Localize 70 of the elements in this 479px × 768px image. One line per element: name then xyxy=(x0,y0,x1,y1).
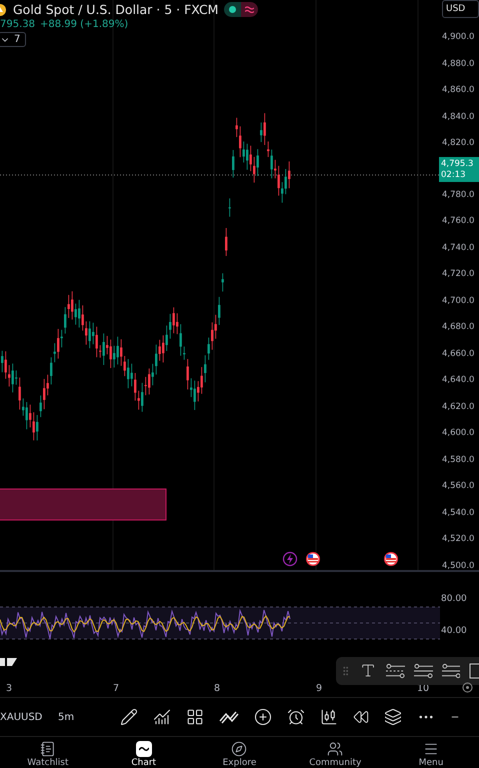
candlestick-icon[interactable] xyxy=(320,708,338,726)
rsi-tick: 40.00 xyxy=(441,626,467,636)
currency-button[interactable]: USD xyxy=(442,0,479,18)
indicators-icon[interactable] xyxy=(153,708,171,726)
time-tick: 7 xyxy=(113,683,120,694)
pencil-icon[interactable] xyxy=(120,708,138,726)
price-tick: 4,540.0 xyxy=(441,506,476,520)
symbol-title[interactable]: Gold Spot / U.S. Dollar · 5 · FXCM xyxy=(13,2,218,17)
logo-icon xyxy=(0,656,17,667)
rsi-tick: 80.00 xyxy=(441,594,467,604)
nav-tab[interactable]: Community xyxy=(287,736,384,768)
flag-icon xyxy=(306,552,320,566)
price-tick: 4,620.0 xyxy=(441,400,476,414)
time-tick: 9 xyxy=(316,683,324,694)
wave-icon xyxy=(245,6,254,13)
price-change: +88.99 (+1.89%) xyxy=(40,19,128,30)
candle xyxy=(225,228,228,256)
lightning-icon xyxy=(282,552,298,566)
price-tick: 4,660.0 xyxy=(441,348,476,360)
last-price-label: 4,795.3 02:13 xyxy=(439,156,479,182)
watchlist-symbol[interactable]: XAUUSD xyxy=(0,712,58,723)
price-tick: 4,580.0 xyxy=(441,454,476,466)
nav-tab[interactable]: Chart xyxy=(96,736,192,768)
time-tick: 8 xyxy=(214,683,222,694)
price-tick: 4,500.0 xyxy=(441,560,476,570)
price-tick: 4,700.0 xyxy=(441,294,476,308)
grid-icon[interactable] xyxy=(186,708,204,726)
zigzag-icon[interactable] xyxy=(219,709,239,726)
candle xyxy=(232,150,234,178)
rectangle-tool-icon[interactable] xyxy=(469,662,479,679)
price-tick: 4,720.0 xyxy=(441,268,476,281)
lines-tool-icon[interactable] xyxy=(414,662,432,679)
nav-tab[interactable]: Watchlist xyxy=(0,736,96,768)
chart-icon xyxy=(136,740,152,757)
watchlist-interval: 5m xyxy=(58,712,76,723)
people-icon xyxy=(327,740,344,757)
alarm-icon[interactable] xyxy=(287,708,305,726)
rewind-icon[interactable] xyxy=(353,709,369,726)
price-tick: 4,600.0 xyxy=(441,427,476,440)
add-icon[interactable] xyxy=(254,708,272,726)
compass-icon xyxy=(231,740,248,757)
last-price: 795.38 xyxy=(0,19,35,30)
time-tick: 3 xyxy=(6,683,14,694)
status-dot-icon xyxy=(229,6,236,13)
price-tick: 4,860.0 xyxy=(441,84,476,97)
price-tick: 4,560.0 xyxy=(441,480,476,493)
price-tick: 4,900.0 xyxy=(441,31,476,44)
candle xyxy=(222,272,224,292)
price-tick: 4,680.0 xyxy=(441,321,476,334)
lines-tool-icon[interactable] xyxy=(386,662,405,679)
coin-icon xyxy=(0,2,7,16)
indicators-toggle[interactable]: 7 xyxy=(0,32,26,47)
price-tick: 4,520.0 xyxy=(441,533,476,546)
price-tick: 4,840.0 xyxy=(441,110,476,124)
price-tick: 4,740.0 xyxy=(441,242,476,254)
lines-tool-icon[interactable] xyxy=(442,662,460,679)
flag-icon xyxy=(384,552,398,566)
notebook-icon xyxy=(40,740,56,757)
layers-icon[interactable] xyxy=(384,708,402,726)
market-status-badge[interactable] xyxy=(224,2,258,17)
candle xyxy=(228,198,231,218)
target-icon[interactable] xyxy=(462,682,473,694)
nav-tab[interactable]: Explore xyxy=(192,736,288,768)
price-tick: 4,780.0 xyxy=(441,188,476,202)
price-tick: 4,880.0 xyxy=(441,58,476,70)
price-tick: 4,820.0 xyxy=(441,137,476,150)
price-tick: 4,640.0 xyxy=(441,374,476,387)
text-tool-icon[interactable] xyxy=(360,662,377,680)
nav-tab[interactable]: Menu xyxy=(383,736,479,768)
price-tick: 4,760.0 xyxy=(441,215,476,228)
